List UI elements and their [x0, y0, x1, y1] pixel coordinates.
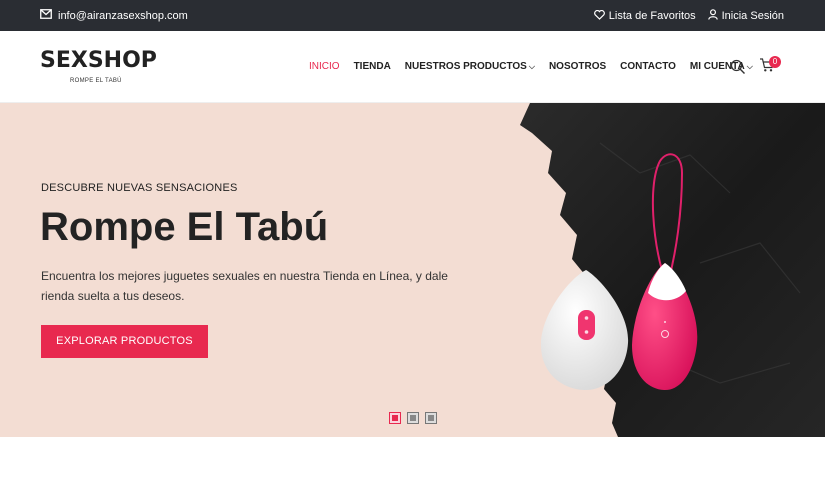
wishlist-link[interactable]: Lista de Favoritos	[593, 9, 696, 23]
slider-dot-1[interactable]	[389, 412, 401, 424]
hero-title: Rompe El Tabú	[40, 205, 329, 249]
site-logo[interactable]: SEXSHOP ROMPE EL TABÚ	[40, 48, 157, 90]
search-button[interactable]	[730, 59, 746, 80]
logo-wordmark: SEXSHOP	[40, 48, 157, 73]
explore-products-button[interactable]: EXPLORAR PRODUCTOS	[41, 325, 208, 358]
slider-pagination	[389, 412, 437, 424]
chevron-down-icon: ⌵	[528, 61, 535, 71]
site-header: SEXSHOP ROMPE EL TABÚ INICIO TIENDA NUES…	[0, 31, 825, 103]
chevron-down-icon: ⌵	[746, 61, 753, 71]
slider-dot-2[interactable]	[407, 412, 419, 424]
email-text: info@airanzasexshop.com	[58, 9, 188, 22]
logo-tagline: ROMPE EL TABÚ	[70, 78, 122, 84]
login-label: Inicia Sesión	[721, 10, 784, 22]
hero-description: Encuentra los mejores juguetes sexuales …	[41, 269, 448, 303]
nav-item-contacto[interactable]: CONTACTO	[620, 61, 676, 72]
cart-count-badge: 0	[769, 56, 781, 68]
nav-item-tienda[interactable]: TIENDA	[354, 61, 391, 72]
nav-item-nosotros[interactable]: NOSOTROS	[549, 61, 606, 72]
top-bar: info@airanzasexshop.com Lista de Favorit…	[0, 0, 825, 31]
slider-dot-3[interactable]	[425, 412, 437, 424]
hero-eyebrow: DESCUBRE NUEVAS SENSACIONES	[41, 182, 238, 194]
nav-item-nuestros-productos[interactable]: NUESTROS PRODUCTOS ⌵	[405, 61, 535, 72]
search-icon	[730, 59, 746, 79]
hero-slider: DESCUBRE NUEVAS SENSACIONES Rompe El Tab…	[0, 103, 825, 437]
main-nav: INICIO TIENDA NUESTROS PRODUCTOS ⌵ NOSOTR…	[309, 61, 767, 72]
user-icon	[707, 9, 718, 23]
email-link[interactable]: info@airanzasexshop.com	[40, 9, 188, 22]
heart-icon	[593, 9, 605, 23]
nav-item-inicio[interactable]: INICIO	[309, 61, 340, 72]
mail-icon	[40, 9, 52, 22]
wishlist-label: Lista de Favoritos	[608, 10, 696, 22]
login-link[interactable]: Inicia Sesión	[707, 9, 784, 23]
